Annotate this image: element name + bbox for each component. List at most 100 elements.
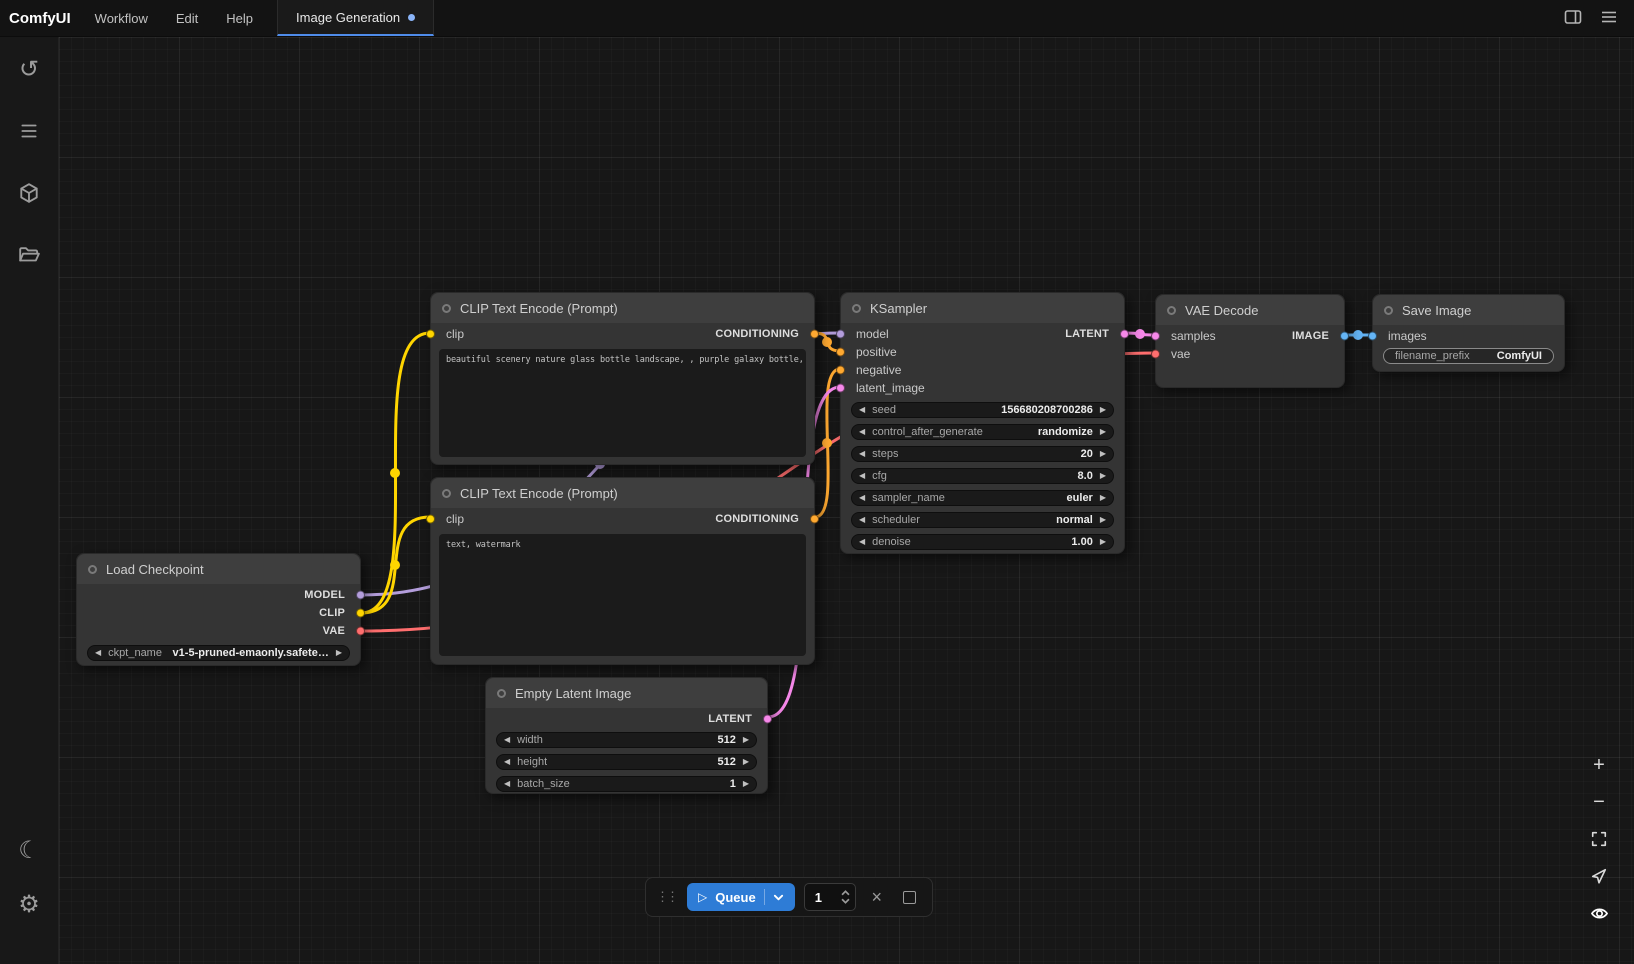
- settings-gear-icon[interactable]: ⚙: [15, 890, 43, 918]
- increment-arrow-icon[interactable]: ▶: [1100, 428, 1106, 436]
- decrement-arrow-icon[interactable]: ◀: [859, 516, 865, 524]
- workflows-folder-icon[interactable]: [15, 241, 43, 269]
- increment-arrow-icon[interactable]: ▶: [1100, 406, 1106, 414]
- chevron-down-icon[interactable]: [773, 892, 784, 903]
- select-cursor-button[interactable]: [1584, 861, 1614, 891]
- node-empty-latent-image[interactable]: Empty Latent Image LATENT ◀width512▶◀hei…: [485, 677, 768, 794]
- node-clip-text-encode-negative[interactable]: CLIP Text Encode (Prompt) clip CONDITION…: [430, 477, 815, 665]
- input-port-samples[interactable]: [1151, 332, 1160, 341]
- drag-handle-icon[interactable]: ⋮⋮: [656, 889, 678, 905]
- menu-workflow[interactable]: Workflow: [81, 0, 162, 36]
- output-port-latent[interactable]: [1120, 330, 1129, 339]
- stepper-down-icon[interactable]: [841, 898, 850, 904]
- node-library-icon[interactable]: [15, 117, 43, 145]
- node-save-image[interactable]: Save Image images filename_prefixComfyUI: [1372, 294, 1565, 372]
- collapse-toggle[interactable]: [1384, 306, 1393, 315]
- widget-ckpt_name[interactable]: ◀ckpt_namev1-5-pruned-emaonly.safete…▶: [87, 645, 350, 661]
- widget-cfg[interactable]: ◀cfg8.0▶: [851, 468, 1114, 484]
- input-port-images[interactable]: [1368, 332, 1377, 341]
- widget-control_after_generate[interactable]: ◀control_after_generaterandomize▶: [851, 424, 1114, 440]
- decrement-arrow-icon[interactable]: ◀: [504, 758, 510, 766]
- history-icon[interactable]: ↺: [15, 55, 43, 83]
- collapse-toggle[interactable]: [497, 689, 506, 698]
- decrement-arrow-icon[interactable]: ◀: [859, 472, 865, 480]
- fit-view-button[interactable]: [1584, 824, 1614, 854]
- widget-height[interactable]: ◀height512▶: [496, 754, 757, 770]
- menu-edit[interactable]: Edit: [162, 0, 212, 36]
- collapse-toggle[interactable]: [88, 565, 97, 574]
- widget-denoise[interactable]: ◀denoise1.00▶: [851, 534, 1114, 550]
- tab-image-generation[interactable]: Image Generation: [277, 0, 434, 36]
- increment-arrow-icon[interactable]: ▶: [1100, 494, 1106, 502]
- decrement-arrow-icon[interactable]: ◀: [504, 736, 510, 744]
- hamburger-menu-button[interactable]: [1594, 3, 1624, 33]
- stop-icon[interactable]: [898, 885, 922, 909]
- decrement-arrow-icon[interactable]: ◀: [859, 538, 865, 546]
- node-load-checkpoint[interactable]: Load Checkpoint MODEL CLIP VAE ◀ckpt_nam…: [76, 553, 361, 666]
- zoom-out-button[interactable]: −: [1584, 787, 1614, 817]
- output-port-clip[interactable]: [356, 609, 365, 618]
- widget-filename_prefix[interactable]: filename_prefixComfyUI: [1383, 348, 1554, 364]
- input-port-latent-image[interactable]: [836, 384, 845, 393]
- widget-width[interactable]: ◀width512▶: [496, 732, 757, 748]
- increment-arrow-icon[interactable]: ▶: [1100, 472, 1106, 480]
- widget-sampler_name[interactable]: ◀sampler_nameeuler▶: [851, 490, 1114, 506]
- prompt-textarea[interactable]: beautiful scenery nature glass bottle la…: [439, 349, 806, 457]
- increment-arrow-icon[interactable]: ▶: [1100, 450, 1106, 458]
- node-clip-text-encode-positive[interactable]: CLIP Text Encode (Prompt) clip CONDITION…: [430, 292, 815, 465]
- model-library-icon[interactable]: [15, 179, 43, 207]
- batch-count-input[interactable]: 1: [804, 883, 856, 911]
- stepper-up-icon[interactable]: [841, 890, 850, 896]
- node-header[interactable]: KSampler: [841, 293, 1124, 323]
- increment-arrow-icon[interactable]: ▶: [1100, 538, 1106, 546]
- theme-toggle-moon-icon[interactable]: ☾: [15, 836, 43, 864]
- app-logo[interactable]: ComfyUI: [0, 0, 81, 36]
- prompt-textarea[interactable]: text, watermark: [439, 534, 806, 656]
- increment-arrow-icon[interactable]: ▶: [743, 780, 749, 788]
- decrement-arrow-icon[interactable]: ◀: [859, 494, 865, 502]
- output-port-conditioning[interactable]: [810, 515, 819, 524]
- queue-button[interactable]: ▷ Queue: [687, 883, 795, 911]
- collapse-toggle[interactable]: [1167, 306, 1176, 315]
- collapse-toggle[interactable]: [852, 304, 861, 313]
- output-port-vae[interactable]: [356, 627, 365, 636]
- widget-batch_size[interactable]: ◀batch_size1▶: [496, 776, 757, 792]
- cancel-icon[interactable]: ×: [865, 885, 889, 909]
- input-port-clip[interactable]: [426, 515, 435, 524]
- collapse-toggle[interactable]: [442, 304, 451, 313]
- input-port-positive[interactable]: [836, 348, 845, 357]
- widget-scheduler[interactable]: ◀schedulernormal▶: [851, 512, 1114, 528]
- output-port-conditioning[interactable]: [810, 330, 819, 339]
- increment-arrow-icon[interactable]: ▶: [336, 649, 342, 657]
- node-header[interactable]: Load Checkpoint: [77, 554, 360, 584]
- increment-arrow-icon[interactable]: ▶: [1100, 516, 1106, 524]
- node-header[interactable]: Save Image: [1373, 295, 1564, 325]
- increment-arrow-icon[interactable]: ▶: [743, 736, 749, 744]
- node-header[interactable]: CLIP Text Encode (Prompt): [431, 478, 814, 508]
- toggle-visibility-eye-button[interactable]: [1584, 898, 1614, 928]
- node-header[interactable]: Empty Latent Image: [486, 678, 767, 708]
- node-header[interactable]: VAE Decode: [1156, 295, 1344, 325]
- input-port-clip[interactable]: [426, 330, 435, 339]
- increment-arrow-icon[interactable]: ▶: [743, 758, 749, 766]
- output-port-latent[interactable]: [763, 715, 772, 724]
- output-port-model[interactable]: [356, 591, 365, 600]
- node-canvas[interactable]: Load Checkpoint MODEL CLIP VAE ◀ckpt_nam…: [59, 37, 1634, 964]
- node-vae-decode[interactable]: VAE Decode samples IMAGE vae: [1155, 294, 1345, 388]
- node-header[interactable]: CLIP Text Encode (Prompt): [431, 293, 814, 323]
- node-ksampler[interactable]: KSampler model LATENT positive negative: [840, 292, 1125, 554]
- decrement-arrow-icon[interactable]: ◀: [859, 428, 865, 436]
- zoom-in-button[interactable]: +: [1584, 750, 1614, 780]
- widget-steps[interactable]: ◀steps20▶: [851, 446, 1114, 462]
- input-port-vae[interactable]: [1151, 350, 1160, 359]
- decrement-arrow-icon[interactable]: ◀: [95, 649, 101, 657]
- output-port-image[interactable]: [1340, 332, 1349, 341]
- input-port-negative[interactable]: [836, 366, 845, 375]
- menu-help[interactable]: Help: [212, 0, 267, 36]
- decrement-arrow-icon[interactable]: ◀: [859, 406, 865, 414]
- decrement-arrow-icon[interactable]: ◀: [859, 450, 865, 458]
- collapse-toggle[interactable]: [442, 489, 451, 498]
- panel-toggle-button[interactable]: [1558, 3, 1588, 33]
- decrement-arrow-icon[interactable]: ◀: [504, 780, 510, 788]
- widget-seed[interactable]: ◀seed156680208700286▶: [851, 402, 1114, 418]
